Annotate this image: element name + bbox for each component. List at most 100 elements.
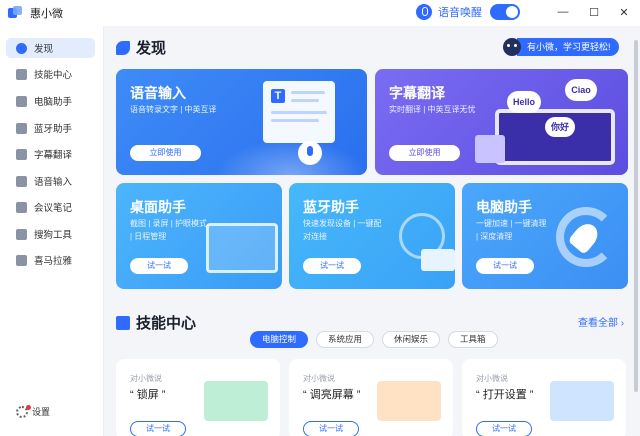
- skill-phrase: “ 打开设置 ”: [476, 389, 534, 401]
- nihao-bubble: 你好: [545, 117, 575, 137]
- title-bar: 惠小微 语音唤醒 — ☐ ✕: [0, 0, 640, 26]
- brightness-icon: [377, 381, 441, 421]
- sidebar-item-label: 会议笔记: [34, 203, 73, 214]
- voice-input-card[interactable]: T 语音输入 语音转录文字 | 中英互译 立即使用: [116, 69, 367, 175]
- bluetooth-try-button[interactable]: 试一试: [303, 258, 361, 274]
- text-icon: T: [271, 89, 285, 103]
- card-subtitle: 截图 | 录屏 | 护眼模式 | 日程管理: [130, 217, 207, 243]
- sidebar-item-tools[interactable]: 搜狗工具: [6, 224, 95, 244]
- tab-leisure[interactable]: 休闲娱乐: [382, 331, 441, 348]
- computer-icon: [16, 95, 27, 107]
- card-subtitle-line: 对连接: [303, 232, 327, 241]
- tab-toolbox[interactable]: 工具箱: [448, 331, 498, 348]
- skill-card-settings[interactable]: 对小微说 “ 打开设置 ” 试一试: [462, 359, 626, 436]
- notification-dot: [26, 405, 31, 410]
- discover-heading: 发现: [116, 37, 166, 58]
- ciao-bubble: Ciao: [565, 79, 597, 101]
- card-title: 语音输入: [130, 85, 186, 101]
- microphone-icon: [416, 4, 432, 20]
- settings-icon: [550, 381, 614, 421]
- app-logo-icon: [8, 6, 22, 20]
- skill-card-lock[interactable]: 对小微说 “ 锁屏 ” 试一试: [116, 359, 280, 436]
- card-subtitle-line: | 日程管理: [130, 232, 167, 241]
- desktop-try-button[interactable]: 试一试: [130, 258, 188, 274]
- voice-icon: [16, 175, 27, 187]
- view-all-link[interactable]: 查看全部 ›: [578, 314, 624, 329]
- subtitle-translation-card[interactable]: Hello Ciao 你好 字幕翻译 实时翻译 | 中英互译无忧 立即使用: [375, 69, 628, 175]
- page-title: 发现: [136, 40, 167, 57]
- skill-phrase: “ 调亮屏幕 ”: [303, 389, 361, 401]
- sidebar-item-computer[interactable]: 电脑助手: [6, 91, 95, 111]
- card-subtitle: 一键加速 | 一键清理 | 深度清理: [476, 217, 547, 243]
- card-subtitle-line: | 深度清理: [476, 232, 513, 241]
- close-button[interactable]: ✕: [614, 3, 634, 21]
- voice-wake-label: 语音唤醒: [438, 7, 482, 19]
- bluetooth-assistant-card[interactable]: 蓝牙助手 快速发现设备 | 一键配 对连接 试一试: [289, 183, 455, 289]
- voice-use-now-button[interactable]: 立即使用: [130, 145, 201, 161]
- sidebar-item-label: 技能中心: [34, 70, 73, 81]
- card-subtitle: 实时翻译 | 中英互译无忧: [389, 105, 476, 114]
- pc-assistant-card[interactable]: 电脑助手 一键加速 | 一键清理 | 深度清理 试一试: [462, 183, 628, 289]
- sidebar-item-label: 电脑助手: [34, 97, 73, 108]
- settings-label: 设置: [32, 407, 51, 417]
- skill-try-button[interactable]: 试一试: [130, 421, 186, 436]
- card-subtitle-line: 一键加速 | 一键清理: [476, 219, 547, 228]
- skills-icon: [16, 68, 27, 80]
- skill-try-button[interactable]: 试一试: [303, 421, 359, 436]
- card-subtitle: 快速发现设备 | 一键配 对连接: [303, 217, 382, 243]
- sidebar-item-voice[interactable]: 语音输入: [6, 171, 95, 191]
- keyboard-graphic: [421, 249, 455, 271]
- card-title: 桌面助手: [130, 199, 186, 215]
- main-content: 发现 有小微，学习更轻松! T 语音输入 语音转录文字 | 中英互译 立即使用 …: [104, 26, 640, 436]
- sidebar-item-ximalaya[interactable]: 喜马拉雅: [6, 250, 95, 270]
- bluetooth-icon: [16, 122, 27, 134]
- skill-hint: 对小微说: [303, 374, 335, 383]
- subtitle-icon: [16, 148, 27, 160]
- microphone-icon: [298, 141, 322, 165]
- sound-wave-graphic: [216, 139, 366, 175]
- ximalaya-icon: [16, 254, 27, 266]
- skill-hint: 对小微说: [130, 374, 162, 383]
- sidebar-item-label: 搜狗工具: [34, 230, 73, 241]
- discover-icon: [16, 42, 27, 54]
- sidebar-item-skills[interactable]: 技能中心: [6, 64, 95, 84]
- tab-computer-control[interactable]: 电脑控制: [250, 331, 309, 348]
- subtitle-use-now-button[interactable]: 立即使用: [389, 145, 460, 161]
- sidebar-item-discover[interactable]: 发现: [6, 38, 95, 58]
- card-subtitle: 语音转录文字 | 中英互译: [130, 105, 217, 114]
- voice-wake-toggle[interactable]: [490, 4, 520, 20]
- lock-icon: [204, 381, 268, 421]
- desktop-assistant-card[interactable]: 桌面助手 截图 | 录屏 | 护眼模式 | 日程管理 试一试: [116, 183, 282, 289]
- scrollbar[interactable]: [634, 40, 638, 392]
- skill-phrase: “ 锁屏 ”: [130, 389, 166, 401]
- sidebar-item-subtitle[interactable]: 字幕翻译: [6, 144, 95, 164]
- app-title: 惠小微: [30, 8, 63, 20]
- card-subtitle-line: 快速发现设备 | 一键配: [303, 219, 382, 228]
- card-subtitle-line: 截图 | 录屏 | 护眼模式: [130, 219, 208, 228]
- sidebar: 发现 技能中心 电脑助手 蓝牙助手 字幕翻译 语音输入 会议笔记 搜狗工具 喜马…: [0, 26, 104, 436]
- sidebar-item-label: 发现: [34, 44, 54, 55]
- skill-try-button[interactable]: 试一试: [476, 421, 532, 436]
- skills-heading: 技能中心: [116, 312, 196, 333]
- skill-card-brightness[interactable]: 对小微说 “ 调亮屏幕 ” 试一试: [289, 359, 453, 436]
- sidebar-item-label: 字幕翻译: [34, 150, 73, 161]
- maximize-button[interactable]: ☐: [584, 3, 604, 21]
- minimize-button[interactable]: —: [553, 3, 573, 21]
- settings-button[interactable]: 设置: [16, 405, 50, 418]
- skill-tabs: 电脑控制 系统应用 休闲娱乐 工具箱: [250, 331, 498, 348]
- assistant-avatar: [503, 37, 521, 56]
- discover-icon: [116, 40, 130, 55]
- monitor-graphic: [206, 223, 278, 273]
- sidebar-item-label: 蓝牙助手: [34, 124, 73, 135]
- pc-try-button[interactable]: 试一试: [476, 258, 534, 274]
- sidebar-item-label: 喜马拉雅: [34, 256, 73, 267]
- card-title: 字幕翻译: [389, 85, 445, 101]
- sidebar-item-notes[interactable]: 会议笔记: [6, 197, 95, 217]
- layers-icon: [116, 315, 130, 330]
- tools-icon: [16, 228, 27, 240]
- tab-system-apps[interactable]: 系统应用: [316, 331, 375, 348]
- card-title: 电脑助手: [476, 199, 532, 215]
- section-title: 技能中心: [136, 315, 197, 332]
- sidebar-item-bluetooth[interactable]: 蓝牙助手: [6, 118, 95, 138]
- assistant-greeting[interactable]: 有小微，学习更轻松!: [503, 37, 624, 56]
